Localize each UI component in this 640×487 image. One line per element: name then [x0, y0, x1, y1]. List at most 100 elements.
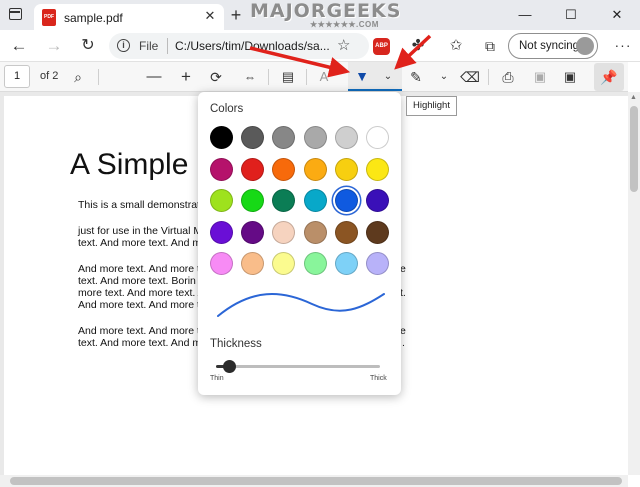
- vertical-scrollbar[interactable]: ▲: [628, 92, 640, 475]
- color-swatch[interactable]: [366, 157, 389, 181]
- minimize-button[interactable]: —: [502, 0, 548, 30]
- address-url[interactable]: C:/Users/tim/Downloads/sa...: [175, 39, 330, 53]
- more-menu-icon[interactable]: ···: [612, 34, 634, 58]
- thin-label: Thin: [210, 375, 224, 382]
- adblock-extension-icon[interactable]: ABP: [373, 38, 390, 55]
- color-swatch[interactable]: [272, 157, 296, 181]
- document-text-line: text. And more text. Borin: [78, 275, 196, 287]
- toolbar-divider: [98, 69, 99, 85]
- color-swatch[interactable]: [210, 189, 233, 212]
- watermark-subtext: ★★★★★★.COM: [310, 20, 379, 29]
- color-swatch[interactable]: [366, 189, 389, 212]
- profile-sync-button[interactable]: Not syncing: [508, 33, 598, 59]
- color-swatch[interactable]: [366, 220, 389, 244]
- maximize-button[interactable]: ☐: [548, 0, 594, 30]
- toolbar-divider: [268, 69, 269, 85]
- toolbar-divider: [488, 69, 489, 85]
- refresh-icon[interactable]: ↻: [76, 34, 100, 58]
- collections-icon[interactable]: ⧉: [478, 34, 502, 58]
- address-scheme: File: [139, 39, 159, 53]
- color-swatch[interactable]: [241, 157, 265, 181]
- document-title: A Simple P: [70, 148, 217, 181]
- info-icon[interactable]: i: [117, 39, 130, 52]
- zoom-in-icon[interactable]: +: [174, 65, 198, 89]
- color-swatch[interactable]: [334, 252, 358, 275]
- tab-sample-pdf[interactable]: PDF sample.pdf ✕: [34, 4, 224, 31]
- document-text-line: just for use in the Virtual M: [78, 225, 203, 237]
- color-swatch[interactable]: [334, 126, 358, 149]
- color-swatch[interactable]: [210, 157, 233, 181]
- find-search-icon[interactable]: ⌕: [66, 65, 90, 89]
- draw-pen-icon[interactable]: ✎: [404, 65, 428, 89]
- rotate-icon[interactable]: ⟳: [204, 65, 228, 89]
- new-tab-button[interactable]: +: [226, 6, 246, 26]
- document-text-fragment: .: [402, 337, 405, 349]
- sync-status-label: Not syncing: [519, 40, 580, 52]
- zoom-out-icon[interactable]: —: [142, 65, 166, 89]
- navigation-bar: ← → ↻ i File C:/Users/tim/Downloads/sa..…: [0, 30, 640, 62]
- horizontal-scroll-thumb[interactable]: [10, 477, 622, 485]
- color-swatch[interactable]: [366, 252, 389, 275]
- color-swatch[interactable]: [334, 220, 358, 244]
- extensions-puzzle-icon[interactable]: ✤: [406, 34, 430, 58]
- color-swatch[interactable]: [241, 189, 265, 212]
- highlight-options-chevron-icon[interactable]: ⌄: [376, 65, 400, 89]
- tab-actions-icon[interactable]: [9, 8, 22, 20]
- color-swatch[interactable]: [241, 252, 265, 275]
- favorites-icon[interactable]: ✩: [444, 34, 468, 58]
- color-swatch[interactable]: [366, 126, 389, 149]
- eraser-icon[interactable]: ⌫: [458, 65, 482, 89]
- close-window-button[interactable]: ✕: [594, 0, 640, 30]
- pdf-toolbar: 1 of 2 ⌕ — + ⟳ ⇔ ▤ A ▼ ⌄ ✎ ⌄ ⌫ ⎙ ▣ ▣ 📌: [0, 62, 628, 92]
- highlighter-icon: ▼: [355, 68, 369, 84]
- horizontal-scrollbar[interactable]: [0, 475, 628, 487]
- color-swatch[interactable]: [272, 252, 296, 275]
- pdf-file-icon: PDF: [42, 9, 56, 26]
- color-swatch[interactable]: [272, 189, 296, 212]
- page-view-icon[interactable]: ▤: [276, 65, 300, 89]
- color-swatch[interactable]: [272, 126, 296, 149]
- scroll-up-arrow-icon[interactable]: ▲: [630, 94, 637, 101]
- address-bar[interactable]: i File C:/Users/tim/Downloads/sa... ☆: [109, 33, 369, 59]
- browser-window: PDF sample.pdf ✕ + MAJORGEEKS ★★★★★★.COM…: [0, 0, 640, 487]
- tab-title: sample.pdf: [64, 11, 123, 25]
- color-swatch[interactable]: [334, 189, 358, 212]
- color-swatch[interactable]: [303, 189, 327, 212]
- tab-bar: PDF sample.pdf ✕ + MAJORGEEKS ★★★★★★.COM…: [0, 0, 640, 31]
- color-swatch[interactable]: [303, 126, 327, 149]
- thickness-slider-track[interactable]: [222, 365, 380, 368]
- color-swatch[interactable]: [303, 220, 327, 244]
- color-swatch[interactable]: [272, 220, 296, 244]
- read-aloud-icon[interactable]: A: [312, 65, 336, 89]
- color-swatch[interactable]: [303, 157, 327, 181]
- document-text-line: This is a small demonstrat: [78, 199, 200, 211]
- back-arrow-icon[interactable]: ←: [7, 34, 31, 58]
- thickness-slider-thumb[interactable]: [223, 360, 237, 373]
- color-swatch[interactable]: [210, 220, 233, 244]
- print-icon[interactable]: ⎙: [496, 65, 520, 89]
- color-swatch[interactable]: [210, 252, 233, 275]
- document-text-line: And more text. And more t: [78, 325, 200, 337]
- forward-arrow-icon[interactable]: →: [42, 34, 66, 58]
- color-swatch[interactable]: [241, 126, 265, 149]
- tab-close-icon[interactable]: ✕: [202, 8, 218, 24]
- document-text-line: more text. And more text. A: [78, 287, 205, 299]
- color-swatch[interactable]: [210, 126, 233, 149]
- stroke-preview-line: [217, 293, 385, 317]
- pin-toolbar-icon[interactable]: 📌: [594, 63, 624, 91]
- colors-heading: Colors: [210, 103, 244, 115]
- fit-to-width-icon[interactable]: ⇔: [238, 65, 262, 89]
- page-number-input[interactable]: 1: [4, 65, 30, 88]
- color-swatch[interactable]: [303, 252, 327, 275]
- add-favorite-icon[interactable]: ☆: [337, 36, 350, 54]
- save-as-icon[interactable]: ▣: [558, 65, 582, 89]
- save-icon[interactable]: ▣: [528, 65, 552, 89]
- avatar: [576, 37, 594, 55]
- vertical-scroll-thumb[interactable]: [630, 106, 638, 192]
- draw-options-chevron-icon[interactable]: ⌄: [432, 65, 456, 89]
- thickness-heading: Thickness: [210, 338, 262, 350]
- color-swatch[interactable]: [334, 157, 358, 181]
- highlight-tool-button[interactable]: ▼ ⌄: [348, 62, 402, 91]
- color-swatch[interactable]: [241, 220, 265, 244]
- document-text-line: And more text. And more t: [78, 299, 200, 311]
